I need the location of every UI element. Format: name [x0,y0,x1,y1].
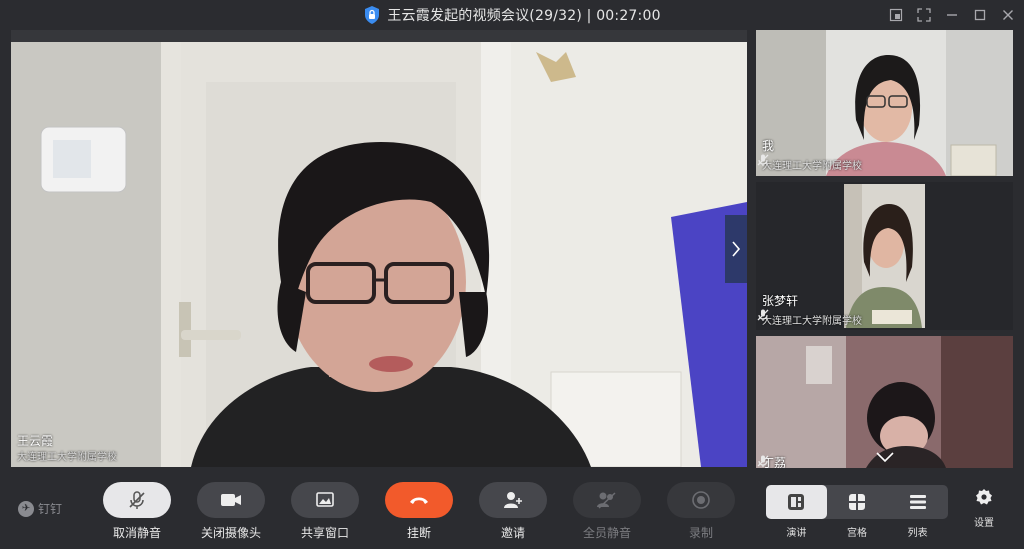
unmute-label: 取消静音 [112,526,161,540]
tile-self-name: 我 [762,139,775,153]
bottom-toolbar: ✈ 钉钉 取消静音 关闭摄像头 共享窗口 挂断 邀请 全员静音 录制 演讲 宫格… [0,470,1024,549]
speaker-layout-icon [788,494,805,510]
settings-button[interactable]: 设置 [964,488,1004,529]
share-screen-icon [316,492,334,507]
close-icon[interactable] [1000,7,1016,23]
settings-label: 设置 [974,518,994,529]
participant-tile-self[interactable]: 我 大连理工大学附属学校 [756,30,1013,176]
invite-label: 邀请 [500,526,525,540]
mute-all-button[interactable]: 全员静音 [572,482,642,541]
mute-all-label: 全员静音 [582,526,631,540]
layout-switcher [766,485,948,519]
mic-muted-icon [757,309,769,321]
dingtalk-logo-icon: ✈ [18,500,34,517]
tile-2-name: 张梦轩 [762,294,799,308]
gear-icon [976,489,992,505]
video-top-strip [11,30,747,42]
mic-muted-icon [757,455,769,467]
participant-tile-3[interactable]: 丁荔 [756,336,1013,468]
hangup-icon [410,497,428,504]
layout-speaker-button[interactable] [766,485,827,519]
chevron-right-icon [732,241,741,257]
mute-all-icon [597,492,616,509]
layout-grid-button[interactable] [827,485,888,519]
maximize-icon[interactable] [972,7,988,23]
camera-off-button[interactable]: 关闭摄像头 [196,482,266,541]
participant-video-self [756,30,1013,176]
participant-tile-2[interactable]: 张梦轩 大连理工大学附属学校 [756,182,1013,330]
shield-lock-icon [365,6,380,24]
next-page-arrow[interactable] [725,215,747,283]
main-video-image [11,42,747,467]
float-window-icon[interactable] [888,7,904,23]
tile-2-org: 大连理工大学附属学校 [762,316,862,327]
fullscreen-icon[interactable] [916,7,932,23]
layout-list-label: 列表 [907,528,928,539]
brand-logo: ✈ 钉钉 [18,500,62,517]
minimize-icon[interactable] [944,7,960,23]
hangup-label: 挂断 [406,526,431,540]
share-window-label: 共享窗口 [300,526,349,540]
camera-off-label: 关闭摄像头 [200,526,261,540]
layout-list-button[interactable] [887,485,948,519]
participant-video-3 [756,336,1013,468]
title-bar: 王云霞发起的视频会议(29/32) | 00:27:00 [0,0,1024,30]
record-button[interactable]: 录制 [666,482,736,541]
list-layout-icon [909,495,926,509]
camera-icon [221,494,241,506]
add-user-icon [504,492,522,508]
tile-self-org: 大连理工大学附属学校 [762,161,862,172]
window-title: 王云霞发起的视频会议(29/32) | 00:27:00 [387,8,661,24]
layout-grid-label: 宫格 [847,528,867,539]
brand-label: 钉钉 [38,502,63,516]
main-participant-name: 王云霞 [17,434,54,448]
mic-muted-icon [757,154,769,166]
share-window-button[interactable]: 共享窗口 [290,482,360,541]
record-label: 录制 [688,526,713,540]
layout-speaker-label: 演讲 [786,528,807,539]
invite-button[interactable]: 邀请 [478,482,548,541]
mic-muted-icon [129,491,145,509]
main-video-feed[interactable]: 王云霞 大连理工大学附属学校 [11,30,747,467]
main-participant-org: 大连理工大学附属学校 [17,452,117,463]
grid-layout-icon [849,494,865,510]
chevron-down-icon[interactable] [875,451,895,463]
unmute-button[interactable]: 取消静音 [102,482,172,541]
record-icon [692,491,710,509]
layout-labels: 演讲 宫格 列表 [766,524,948,539]
hangup-button[interactable]: 挂断 [384,482,454,541]
